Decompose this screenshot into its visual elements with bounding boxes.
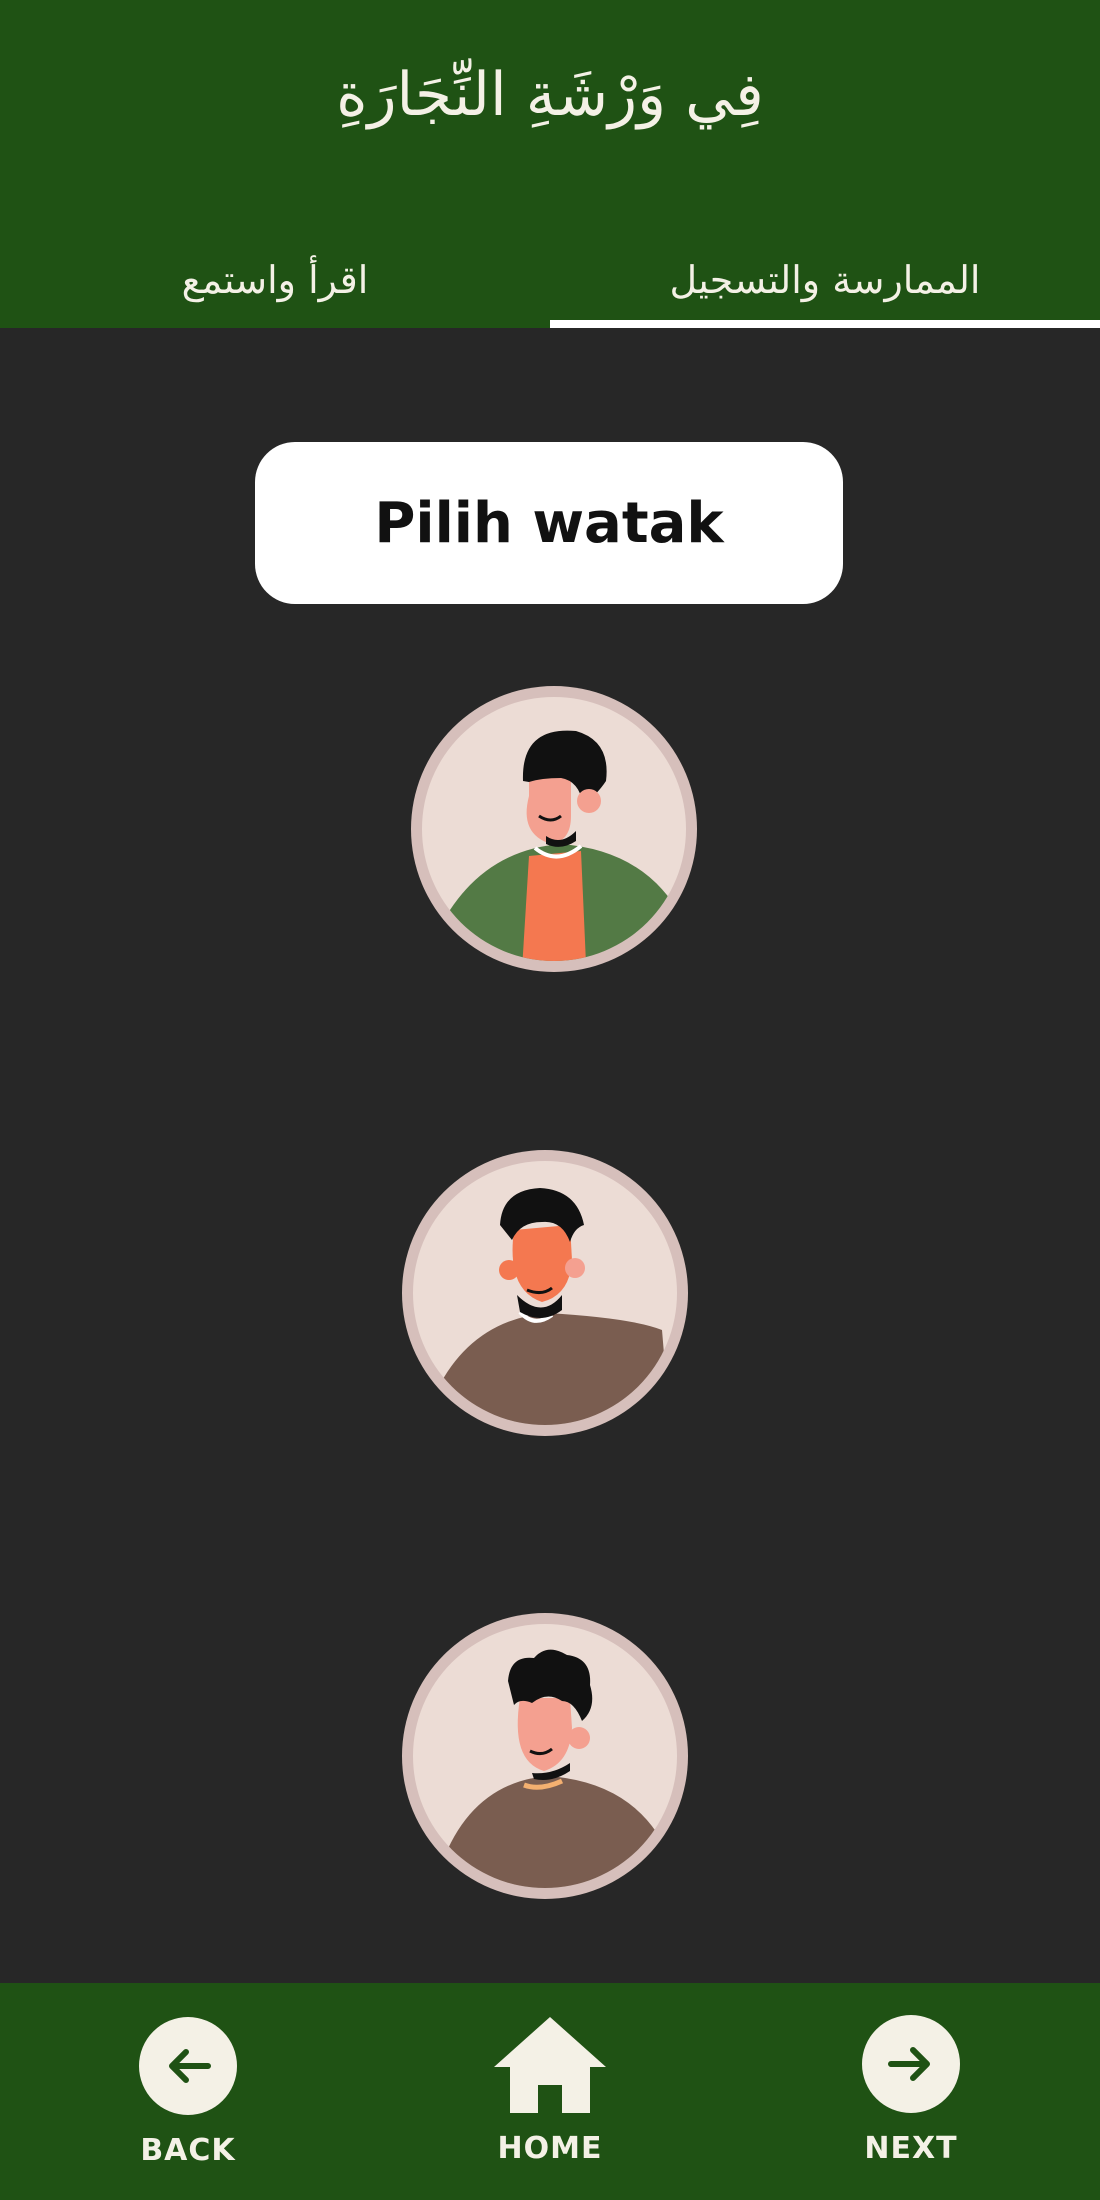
active-tab-indicator [550, 320, 1100, 328]
character-option-3[interactable] [402, 1613, 688, 1899]
home-label: HOME [497, 2131, 603, 2166]
boy-green-jacket-avatar-icon [422, 697, 686, 961]
bottom-nav-bar: BACK HOME NEXT [0, 1983, 1100, 2200]
arrow-right-icon [862, 2015, 960, 2113]
header-bar: فِي وَرْشَةِ النِّجَارَةِ اقرأ واستمع ال… [0, 0, 1100, 328]
choose-character-label: Pilih watak [374, 490, 724, 556]
choose-character-card: Pilih watak [255, 442, 843, 604]
boy-curly-hair-avatar-icon [413, 1624, 677, 1888]
home-button[interactable]: HOME [488, 2013, 612, 2166]
arrow-left-icon [139, 2017, 237, 2115]
next-button[interactable]: NEXT [861, 2015, 961, 2166]
back-button[interactable]: BACK [138, 2017, 238, 2168]
back-label: BACK [140, 2133, 236, 2168]
next-label: NEXT [864, 2131, 958, 2166]
tab-practice-and-record[interactable]: الممارسة والتسجيل [550, 250, 1100, 320]
lesson-title: فِي وَرْشَةِ النِّجَارَةِ [336, 60, 764, 130]
character-option-2[interactable] [402, 1150, 688, 1436]
character-option-1[interactable] [411, 686, 697, 972]
boy-brown-sweater-avatar-icon [413, 1161, 677, 1425]
tab-read-and-listen[interactable]: اقرأ واستمع [0, 250, 550, 320]
home-icon [488, 2013, 612, 2117]
